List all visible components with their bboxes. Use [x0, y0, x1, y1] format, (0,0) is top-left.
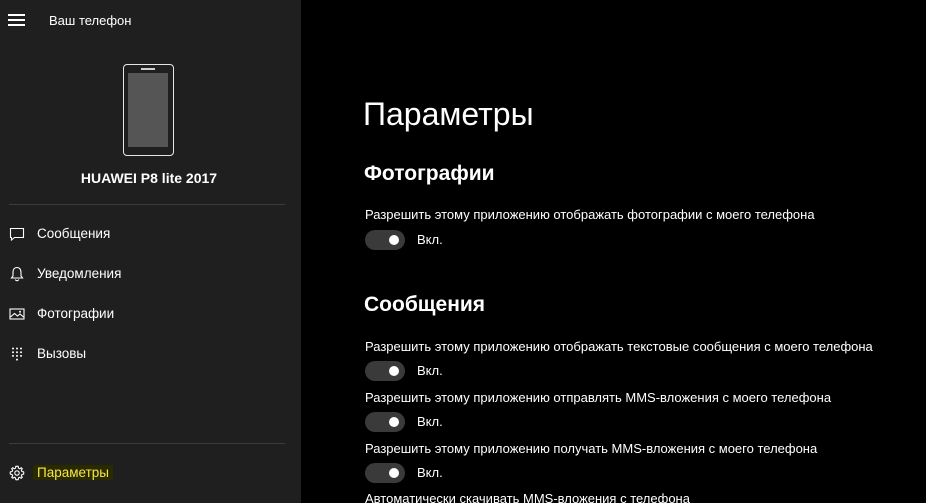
toggle-knob — [389, 235, 399, 245]
gear-icon — [9, 465, 25, 481]
app-title: Ваш телефон — [49, 13, 132, 28]
toggle-knob — [389, 417, 399, 427]
toggle-show-messages[interactable] — [365, 361, 405, 381]
setting-label-receive-mms: Разрешить этому приложению получать MMS-… — [365, 441, 818, 456]
toggle-knob — [389, 366, 399, 376]
toggle-knob — [389, 468, 399, 478]
toggle-state-label: Вкл. — [417, 414, 443, 429]
toggle-state-label: Вкл. — [417, 363, 443, 378]
setting-label-show-photos: Разрешить этому приложению отображать фо… — [365, 207, 815, 222]
sidebar-item-messages[interactable]: Сообщения — [0, 214, 301, 254]
your-phone-app: Ваш телефон HUAWEI P8 lite 2017 Сообщени… — [0, 0, 926, 503]
sidebar-divider — [9, 204, 285, 205]
section-title-photos: Фотографии — [364, 162, 495, 185]
sidebar-divider — [9, 443, 285, 444]
toggle-show-photos[interactable] — [365, 230, 405, 250]
device-name: HUAWEI P8 lite 2017 — [80, 170, 218, 186]
sidebar-item-photos[interactable]: Фотографии — [0, 294, 301, 334]
dialpad-icon — [12, 347, 22, 361]
photo-icon — [9, 308, 25, 320]
section-title-messages: Сообщения — [364, 293, 486, 316]
phone-icon — [123, 64, 174, 156]
toggle-state-label: Вкл. — [417, 232, 443, 247]
sidebar-item-notifications[interactable]: Уведомления — [0, 254, 301, 294]
page-title: Параметры — [363, 96, 534, 132]
chat-bubble-icon — [9, 227, 25, 242]
sidebar-item-settings[interactable]: Параметры — [0, 453, 301, 493]
settings-pane: Параметры Фотографии Разрешить этому при… — [301, 0, 926, 503]
sidebar-item-label: Сообщения — [37, 226, 111, 241]
sidebar-item-label: Вызовы — [37, 346, 87, 361]
setting-label-send-mms: Разрешить этому приложению отправлять MM… — [365, 390, 832, 405]
sidebar-item-label: Уведомления — [37, 266, 122, 281]
bell-icon — [10, 266, 24, 282]
sidebar: Ваш телефон HUAWEI P8 lite 2017 Сообщени… — [0, 0, 301, 503]
sidebar-item-calls[interactable]: Вызовы — [0, 334, 301, 374]
hamburger-menu-icon[interactable] — [8, 14, 25, 26]
toggle-send-mms[interactable] — [365, 412, 405, 432]
toggle-state-label: Вкл. — [417, 465, 443, 480]
setting-label-show-messages: Разрешить этому приложению отображать те… — [365, 339, 873, 354]
toggle-receive-mms[interactable] — [365, 463, 405, 483]
sidebar-item-label: Фотографии — [37, 306, 115, 321]
sidebar-item-label: Параметры — [33, 465, 113, 480]
setting-label-auto-download-mms: Автоматически скачивать MMS-вложения с т… — [365, 491, 690, 503]
